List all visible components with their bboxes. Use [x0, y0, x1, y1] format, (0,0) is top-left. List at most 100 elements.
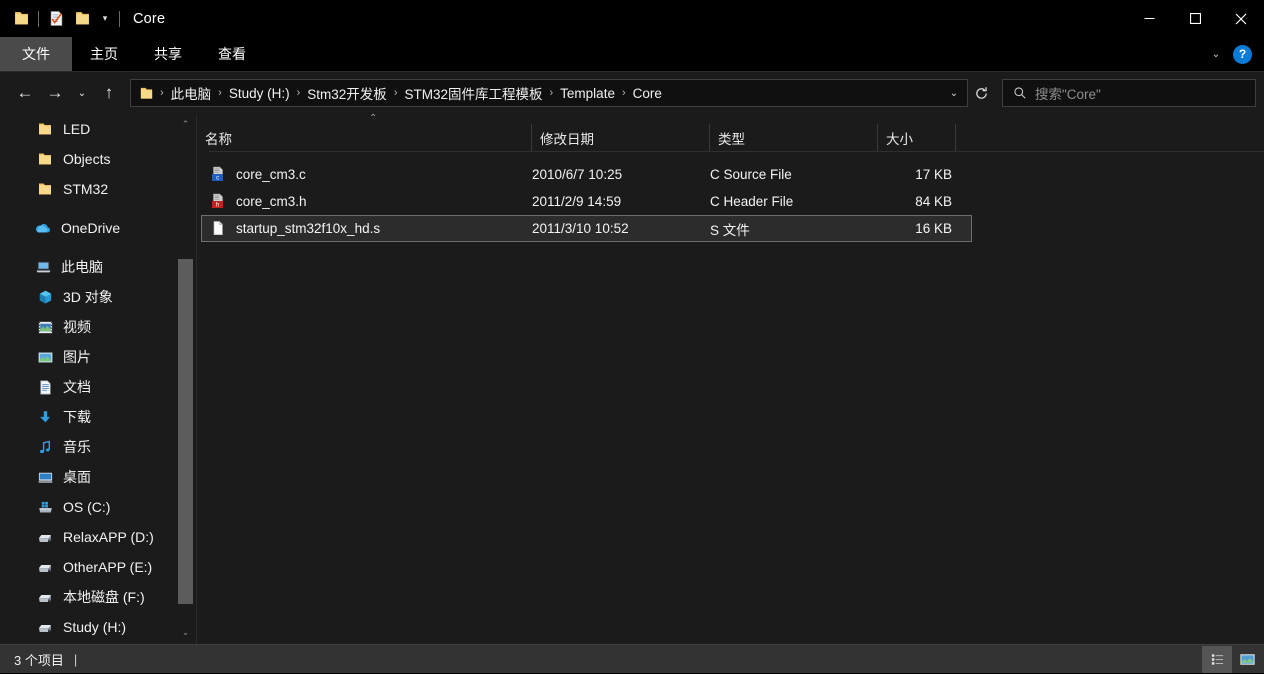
details-view-button[interactable] — [1202, 645, 1232, 673]
file-type-cell: S 文件 — [710, 222, 750, 238]
item-count-label: 3 个项目 — [14, 652, 64, 668]
file-date-cell: 2011/2/9 14:59 — [532, 194, 622, 209]
file-name-cell: h core_cm3.h — [210, 193, 532, 210]
downloads-icon — [36, 408, 54, 426]
system-drive-icon — [36, 498, 54, 516]
sidebar-item-stm32[interactable]: STM32 — [0, 174, 196, 204]
file-size-cell: 17 KB — [915, 167, 952, 182]
quick-access-dropdown-icon[interactable]: ▾ — [95, 6, 115, 32]
address-history-chevron-icon[interactable]: ⌄ — [943, 81, 965, 105]
videos-icon — [36, 318, 54, 336]
sidebar-item-otherapp-e[interactable]: OtherAPP (E:) — [0, 552, 196, 582]
file-type-cell: C Header File — [710, 194, 794, 209]
column-header-date[interactable]: 修改日期 — [531, 124, 709, 152]
navigation-pane: LED Objects STM32 OneDrive 此电脑 3D 对象 视频 … — [0, 114, 197, 644]
column-header-type[interactable]: 类型 — [709, 124, 877, 152]
breadcrumb-item-4[interactable]: Template — [556, 84, 619, 103]
sidebar-item-label: 桌面 — [63, 469, 91, 485]
tab-view[interactable]: 查看 — [200, 37, 264, 71]
status-divider: | — [73, 651, 78, 667]
breadcrumb-item-3[interactable]: STM32固件库工程模板 — [400, 81, 546, 105]
documents-icon — [36, 378, 54, 396]
search-box[interactable]: 搜索"Core" — [1002, 79, 1256, 107]
table-row[interactable]: startup_stm32f10x_hd.s 2011/3/10 10:52 S… — [201, 215, 972, 242]
breadcrumb-item-2[interactable]: Stm32开发板 — [303, 81, 391, 105]
sidebar-item-documents[interactable]: 文档 — [0, 372, 196, 402]
minimize-button[interactable] — [1126, 0, 1172, 37]
breadcrumb-separator-5: › — [621, 87, 626, 99]
up-button[interactable]: ↑ — [94, 78, 124, 108]
sidebar-item-music[interactable]: 音乐 — [0, 432, 196, 462]
sidebar-item-local-disk-f[interactable]: 本地磁盘 (F:) — [0, 582, 196, 612]
breadcrumb-separator-2: › — [296, 87, 301, 99]
sidebar-item-3d-objects[interactable]: 3D 对象 — [0, 282, 196, 312]
view-mode-buttons — [1202, 645, 1262, 674]
status-bar: 3 个项目 | — [0, 644, 1264, 673]
breadcrumb-item-1[interactable]: Study (H:) — [225, 84, 294, 103]
column-header-name[interactable]: 名称 — [197, 124, 531, 152]
tab-home[interactable]: 主页 — [72, 37, 136, 71]
sidebar-item-pictures[interactable]: 图片 — [0, 342, 196, 372]
navigation-tree: LED Objects STM32 OneDrive 此电脑 3D 对象 视频 … — [0, 114, 196, 642]
help-button[interactable]: ? — [1233, 44, 1252, 64]
pictures-icon — [36, 348, 54, 366]
breadcrumb-separator-3: › — [393, 87, 398, 99]
sidebar-item-videos[interactable]: 视频 — [0, 312, 196, 342]
drive-icon — [36, 588, 54, 606]
table-row[interactable]: c core_cm3.c 2010/6/7 10:25 C Source Fil… — [201, 161, 972, 188]
file-explorer-window: ▾ Core 文件 主页 共享 查看 ⌄ ? ← → ⌄ ↑ › 此电脑 › S… — [0, 0, 1264, 673]
sidebar-item-label: 3D 对象 — [63, 289, 113, 305]
breadcrumb-separator-0: › — [160, 87, 164, 99]
tab-file[interactable]: 文件 — [0, 37, 72, 71]
sidebar-item-label: 此电脑 — [61, 259, 103, 275]
sidebar-item-label: 视频 — [63, 319, 91, 335]
close-button[interactable] — [1218, 0, 1264, 37]
sidebar-item-this-pc[interactable]: 此电脑 — [0, 252, 196, 282]
address-bar[interactable]: › 此电脑 › Study (H:) › Stm32开发板 › STM32固件库… — [130, 79, 968, 107]
file-list-pane: ⌃ 名称 修改日期 类型 大小 c core_cm3.c 2010/6/7 10… — [197, 114, 1264, 644]
search-input[interactable]: 搜索"Core" — [1035, 83, 1101, 103]
sidebar-item-relaxapp-d[interactable]: RelaxAPP (D:) — [0, 522, 196, 552]
sidebar-item-onedrive[interactable]: OneDrive — [0, 213, 196, 243]
c-header-file-icon: h — [210, 193, 227, 210]
large-icons-view-button[interactable] — [1232, 646, 1262, 673]
scroll-up-arrow-icon[interactable]: ⌃ — [178, 116, 193, 132]
sidebar-item-study-h[interactable]: Study (H:) — [0, 612, 196, 642]
new-folder-icon[interactable] — [69, 6, 95, 32]
explorer-body: LED Objects STM32 OneDrive 此电脑 3D 对象 视频 … — [0, 114, 1264, 644]
refresh-button[interactable] — [968, 80, 994, 106]
sidebar-item-os-c[interactable]: OS (C:) — [0, 492, 196, 522]
tab-share[interactable]: 共享 — [136, 37, 200, 71]
sidebar-item-label: 文档 — [63, 379, 91, 395]
sidebar-item-objects[interactable]: Objects — [0, 144, 196, 174]
window-title: Core — [133, 10, 166, 27]
table-row[interactable]: h core_cm3.h 2011/2/9 14:59 C Header Fil… — [201, 188, 972, 215]
sidebar-item-desktop[interactable]: 桌面 — [0, 462, 196, 492]
sidebar-item-label: RelaxAPP (D:) — [63, 529, 154, 545]
sidebar-item-downloads[interactable]: 下载 — [0, 402, 196, 432]
3d-objects-icon — [36, 288, 54, 306]
generic-file-icon — [210, 220, 227, 237]
sidebar-scrollbar-thumb[interactable] — [178, 259, 193, 604]
breadcrumb-item-5[interactable]: Core — [629, 84, 666, 103]
folder-icon — [36, 150, 54, 168]
breadcrumb-item-0[interactable]: 此电脑 — [167, 81, 216, 105]
back-button[interactable]: ← — [10, 78, 40, 108]
sidebar-scrollbar[interactable]: ⌃ ⌄ — [178, 114, 193, 644]
sidebar-item-label: Objects — [63, 151, 111, 167]
scroll-down-arrow-icon[interactable]: ⌄ — [178, 624, 193, 640]
quick-access-toolbar: ▾ — [0, 6, 124, 32]
properties-icon[interactable] — [43, 6, 69, 32]
sidebar-item-led[interactable]: LED — [0, 114, 196, 144]
maximize-button[interactable] — [1172, 0, 1218, 37]
forward-button[interactable]: → — [40, 78, 70, 108]
column-header-size[interactable]: 大小 — [877, 124, 955, 152]
folder-icon — [36, 120, 54, 138]
file-name-label: startup_stm32f10x_hd.s — [236, 221, 381, 236]
folder-icon — [36, 180, 54, 198]
folder-icon[interactable] — [8, 6, 34, 32]
recent-locations-icon[interactable]: ⌄ — [70, 78, 94, 108]
file-date-cell: 2010/6/7 10:25 — [532, 167, 623, 182]
chevron-down-icon[interactable]: ⌄ — [1203, 41, 1229, 67]
sidebar-item-label: STM32 — [63, 181, 109, 197]
